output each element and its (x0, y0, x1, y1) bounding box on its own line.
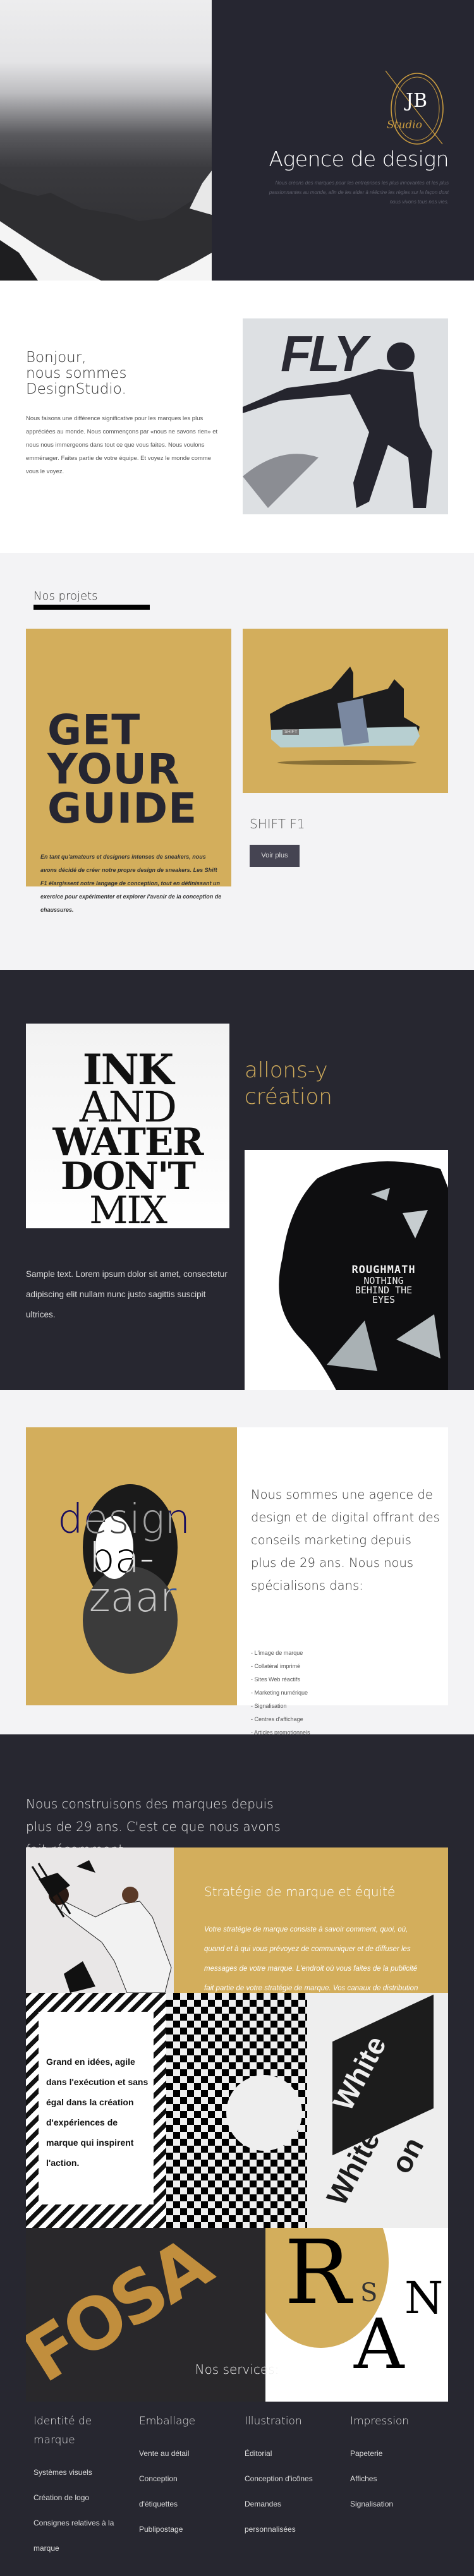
bazaar-words: design ba- zaar (58, 1496, 191, 1621)
projects-title: Nos projets (33, 590, 98, 603)
specialty-item: - Sites Web réactifs (251, 1676, 300, 1683)
creation-title-line: allons-y (245, 1058, 328, 1083)
specialty-item: - Collatéral imprimé (251, 1663, 301, 1669)
athlete-image: FLY (243, 318, 448, 514)
agency-section: design ba- zaar Nous sommes une agence d… (0, 1390, 474, 1749)
white-on-white-image: White on White (307, 1993, 448, 2228)
hero-description: Nous créons des marques pour les entrepr… (269, 180, 449, 205)
guide-word: GUIDE (47, 784, 198, 833)
guide-description: En tant qu'amateurs et designers intense… (40, 854, 222, 913)
service-link[interactable]: Demandes personnalisées (245, 2491, 314, 2542)
specialty-item: - L'image de marque (251, 1650, 303, 1656)
jb-studio-logo[interactable]: JB Studio (379, 70, 449, 145)
on-word: on (384, 2131, 430, 2179)
basketball-player-image (26, 1847, 174, 1993)
service-title: Impression (350, 2415, 410, 2428)
bazaar-word: ba- (89, 1535, 154, 1582)
specialty-item: - Centres d'affichage (251, 1716, 303, 1722)
services-title: Nos services: (195, 2362, 279, 2377)
guide-words: GET YOUR GUIDE (47, 706, 198, 833)
intro-section: Bonjour, nous sommes DesignStudio. Nous … (0, 281, 474, 553)
design-bazaar-image: design ba- zaar (26, 1427, 237, 1705)
strategy-title: Stratégie de marque et équité (204, 1884, 396, 1899)
service-link[interactable]: Éditorial (245, 2441, 346, 2466)
specialty-item: - Marketing numérique (251, 1690, 308, 1696)
voir-plus-button[interactable]: Voir plus (250, 845, 300, 867)
service-column: Impression Papeterie Affiches Signalisat… (350, 2412, 451, 2517)
project-name: SHIFT F1 (250, 816, 305, 831)
service-link[interactable]: Papeterie (350, 2441, 451, 2466)
service-title: Illustration (245, 2415, 302, 2428)
service-link[interactable]: Publipostage (139, 2517, 240, 2542)
brands-section: Nous construisons des marques depuis plu… (0, 1734, 474, 2576)
poster-line: EYES (372, 1294, 396, 1305)
service-link[interactable]: Conception d'icônes (245, 2466, 346, 2491)
service-column: Illustration Éditorial Conception d'icôn… (245, 2412, 346, 2542)
agency-title: Nous sommes une agence de design et de d… (251, 1487, 440, 1593)
striped-quote-tile: Grand en idées, agile dans l'exécution e… (26, 1993, 166, 2228)
sample-text: Sample text. Lorem ipsum dolor sit amet,… (26, 1269, 228, 1319)
service-title: Identité de marque (33, 2415, 92, 2446)
checkerboard-image (166, 1993, 307, 2228)
intro-title-line: DesignStudio. (26, 381, 126, 397)
poster-copy: ROUGHMATH NOTHING BEHIND THE EYES (333, 1264, 434, 1305)
service-link[interactable]: Consignes relatives à la marque (33, 2510, 135, 2561)
service-link[interactable]: Systèmes visuels (33, 2460, 135, 2485)
poster-word: MIX (89, 1188, 167, 1228)
title-underline (33, 605, 150, 610)
service-column: Identité de marque Systèmes visuels Créa… (33, 2412, 135, 2561)
specialty-item: - Signalisation (251, 1703, 287, 1709)
service-link[interactable]: Vente au détail (139, 2441, 240, 2466)
hero-section: JB Studio Agence de design Nous créons d… (0, 0, 474, 281)
hero-title: Agence de design (269, 147, 449, 171)
strategy-card: Stratégie de marque et équité Votre stra… (174, 1847, 448, 2012)
service-column: Emballage Vente au détail Conception d'é… (139, 2412, 240, 2542)
poster-brand: ROUGHMATH (351, 1264, 416, 1276)
roughmath-poster: ROUGHMATH NOTHING BEHIND THE EYES (245, 1150, 448, 1396)
service-link[interactable]: Affiches (350, 2466, 451, 2491)
bazaar-word: design (58, 1496, 191, 1543)
white-word: White (320, 2125, 386, 2211)
guide-word: YOUR (47, 745, 180, 794)
creation-title-line: création (245, 1084, 332, 1110)
logo-script: Studio (387, 119, 422, 131)
service-link[interactable]: Création de logo (33, 2485, 135, 2510)
typo-letter: N (404, 2272, 444, 2324)
creation-section: INK AND WATER DON'T MIX allons-y créatio… (0, 970, 474, 1396)
projects-section: Nos projets GET YOUR GUIDE En tant qu'am… (0, 553, 474, 970)
bazaar-word: zaar (89, 1575, 177, 1621)
quote-text: Grand en idées, agile dans l'exécution e… (46, 2057, 149, 2168)
typo-letter: S (360, 2278, 378, 2307)
get-your-guide-card[interactable]: GET YOUR GUIDE En tant qu'amateurs et de… (26, 629, 231, 913)
service-link[interactable]: Signalisation (350, 2491, 451, 2517)
intro-paragraph: Nous faisons une différence significativ… (26, 415, 218, 475)
intro-title-line: nous sommes (26, 365, 127, 382)
intro-title: Bonjour, nous sommes DesignStudio. (26, 350, 190, 397)
intro-title-line: Bonjour, (26, 349, 87, 366)
mountain-image (0, 0, 212, 281)
typo-letter: R (284, 2228, 351, 2325)
ink-and-water-poster: INK AND WATER DON'T MIX (26, 1024, 229, 1228)
creation-title: allons-y création (245, 1057, 332, 1110)
shoe-badge: SHIFT (283, 729, 300, 735)
service-link[interactable]: Conception d'étiquettes (139, 2466, 190, 2517)
service-title: Emballage (139, 2415, 196, 2428)
sneaker-image[interactable]: SHIFT (243, 629, 448, 793)
logo-initials: JB (406, 90, 428, 112)
guide-word: GET (47, 706, 141, 754)
